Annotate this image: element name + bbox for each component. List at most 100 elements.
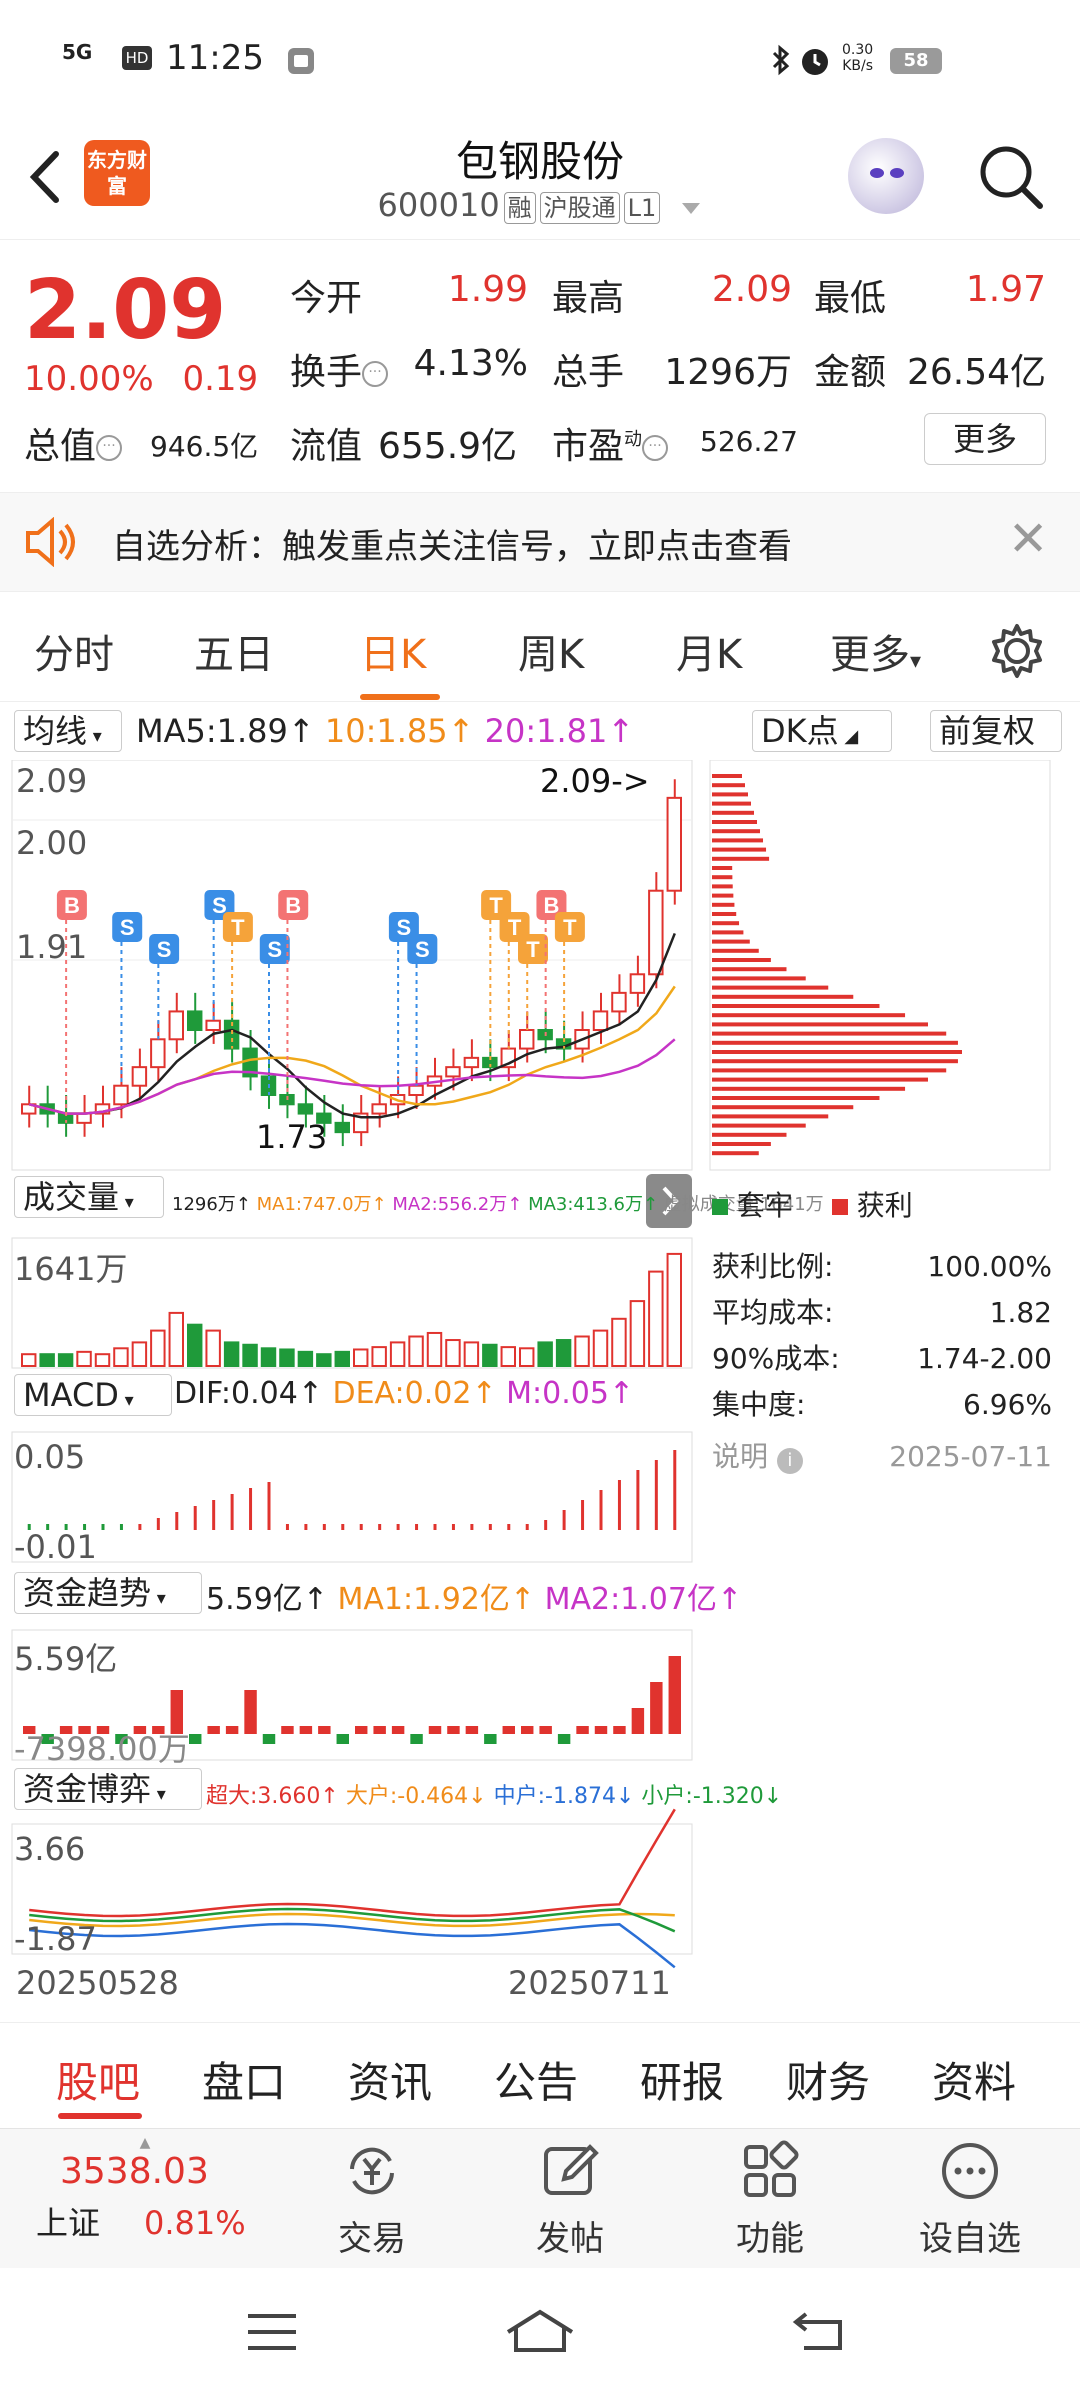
macd-selector[interactable]: MACD ▾ [14,1374,172,1416]
chip-bar [712,967,787,972]
dk-selector[interactable]: DK点 ◢ [752,710,892,752]
chip-bar [712,912,737,916]
speaker-icon [26,517,75,567]
chip-bar [712,921,740,926]
volume-bar [334,1350,350,1368]
volume-bar [279,1348,295,1367]
chip-bar [712,1059,958,1064]
candle-body [297,1103,314,1115]
tab-daily-k[interactable]: 日K [360,622,426,680]
pe-value: 526.27 [700,425,798,458]
volume-bar [297,1350,314,1368]
fund-bar [262,1734,276,1744]
fund-bar [613,1726,626,1734]
tab-news[interactable]: 资讯 [348,2049,432,2110]
home-icon[interactable] [504,2306,576,2354]
fund-trend-selector[interactable]: 资金趋势 ▾ [14,1572,202,1614]
game-axis-bottom: -1.87 [14,1920,97,1958]
features-button[interactable]: 功能 [690,2139,850,2260]
fund-game-line [29,1922,676,1969]
search-icon[interactable] [976,142,1046,212]
stock-code: 600010 [377,186,500,224]
candle-body [187,1010,203,1032]
chip-bar [712,866,733,870]
fund-game-selector[interactable]: 资金博弈 ▾ [14,1768,202,1810]
candle-body [113,1084,129,1106]
tab-guba[interactable]: 股吧 [56,2049,140,2110]
tab-announcements[interactable]: 公告 [494,2049,578,2110]
chip-bar [712,1068,947,1073]
candle-body [463,1056,480,1069]
volume-axis-top: 1641万 [14,1250,128,1288]
tab-five-day[interactable]: 五日 [194,622,274,680]
tab-monthly-k[interactable]: 月K [676,622,742,680]
open-value: 1.99 [447,269,528,310]
fund-bar [189,1734,202,1744]
tag-connect: 沪股通 [539,192,620,224]
tab-research[interactable]: 研报 [640,2049,724,2110]
add-watchlist-button[interactable]: 设自选 [890,2139,1050,2260]
back-nav-icon[interactable] [790,2308,846,2354]
tab-intraday[interactable]: 分时 [34,622,114,680]
ma-selector[interactable]: 均线 ▾ [14,710,122,752]
volume-selector[interactable]: 成交量 ▾ [14,1176,164,1218]
fund-bar [576,1726,589,1734]
fund-bar [502,1726,515,1734]
current-price: 2.09 [24,263,227,358]
info-dots-icon[interactable]: ··· [96,435,123,461]
info-dots-icon[interactable]: ··· [362,361,389,387]
date-start: 20250528 [16,1964,179,2002]
tab-weekly-k[interactable]: 周K [518,622,584,680]
mktcap-value: 946.5亿 [150,430,259,463]
close-icon[interactable]: ✕ [1008,511,1048,567]
tab-orderbook[interactable]: 盘口 [202,2049,286,2110]
index-ticker[interactable]: ▲ 3538.03 上证 0.81% [20,2135,270,2244]
chip-bar [712,774,742,778]
fund-bar [244,1690,257,1734]
tab-financials[interactable]: 财务 [786,2049,870,2110]
chip-bar [712,1031,947,1036]
tab-profile[interactable]: 资料 [932,2049,1016,2110]
trade-icon [350,2147,394,2195]
chip-bar [712,994,854,999]
macd-axis-bottom: -0.01 [14,1528,97,1566]
chip-bar [712,1040,958,1045]
volume-bar [76,1350,92,1368]
volume-bar [371,1346,387,1367]
info-icon: i [776,1448,803,1474]
high-value: 2.09 [711,269,792,310]
fund-game-line [29,1808,676,1918]
menu-icon[interactable] [244,2310,300,2354]
ma5-value: MA5:1.89↑ [136,712,315,750]
index-name: 上证 [36,2204,101,2242]
candle-body [611,991,627,1013]
adjust-selector[interactable]: 前复权 [930,710,1062,752]
analysis-banner[interactable]: 自选分析：触发重点关注信号，立即点击查看 ✕ [0,492,1080,592]
post-button[interactable]: 发帖 [490,2139,650,2260]
last-price-marker: 2.09-> [540,762,650,800]
chip-bar [712,829,761,834]
stock-header: 东方财富 包钢股份 600010 融沪股通 L1 [0,120,1080,240]
trade-button[interactable]: 交易 [292,2139,452,2260]
status-bar: 5G HD 11:25 0.30 KB/s 58 [0,0,1080,120]
chip-note[interactable]: 说明 i [712,1434,803,1480]
chip-bar [712,976,806,981]
settings-gear-icon[interactable] [988,622,1046,680]
volume-bar [592,1329,609,1367]
date-end: 20250711 [508,1964,671,2002]
tab-more[interactable]: 更多▾ [830,622,921,680]
volume-bar [666,1252,682,1367]
volume-value: 1296万 [664,352,792,393]
chip-bar [712,783,746,788]
period-tabs: 分时 五日 日K 周K 月K 更多▾ [0,602,1080,702]
candles [21,779,682,1147]
assistant-avatar[interactable] [848,138,924,214]
fund-trend-values: 5.59亿↑ MA1:1.92亿↑ MA2:1.07亿↑ [206,1582,743,1617]
price-axis-low: 1.91 [16,928,88,966]
more-button[interactable]: 更多 [924,413,1046,465]
info-dots-icon[interactable]: ··· [642,435,669,461]
grid-icon [744,2140,799,2197]
chip-bar [712,875,733,880]
fund-bar [373,1726,386,1734]
chip-bar [712,820,758,824]
